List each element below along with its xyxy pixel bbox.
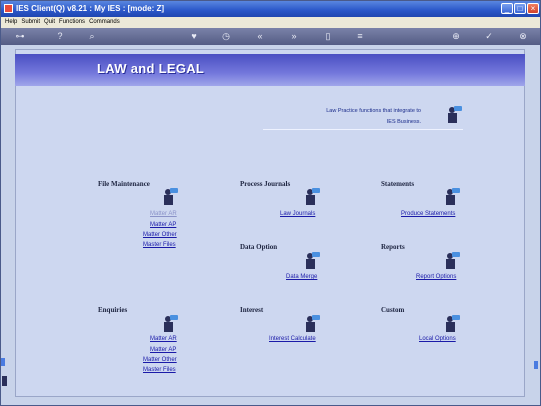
menu-help[interactable]: Help (5, 19, 17, 25)
add-icon[interactable]: ⊕ (449, 30, 463, 43)
section-file-maintenance: File Maintenance (98, 180, 150, 188)
calendar-icon[interactable]: ▯ (321, 30, 335, 43)
heart-icon[interactable]: ♥ (187, 30, 201, 43)
link-local-options[interactable]: Local Options (419, 336, 456, 342)
link-enquiry-matter-ap[interactable]: Matter AP (150, 347, 176, 353)
key-icon[interactable]: ⊶ (9, 30, 31, 43)
app-window: IES Client(Q) v8.21 : My IES : [mode: Z]… (0, 0, 541, 406)
maximize-button[interactable]: □ (514, 3, 526, 14)
link-file-master-files[interactable]: Master Files (143, 242, 176, 248)
close-window-button[interactable]: × (527, 3, 539, 14)
link-enquiry-master-files[interactable]: Master Files (143, 367, 176, 373)
fast-forward-icon[interactable]: » (287, 30, 301, 43)
link-enquiry-matter-other[interactable]: Matter Other (143, 357, 177, 363)
window-title: IES Client(Q) v8.21 : My IES : [mode: Z] (16, 4, 165, 13)
title-bar: IES Client(Q) v8.21 : My IES : [mode: Z]… (1, 1, 540, 17)
menu-bar: Help Submit Quit Functions Commands (1, 17, 540, 28)
link-data-merge[interactable]: Data Merge (286, 274, 317, 280)
clock-icon[interactable]: ◷ (219, 30, 233, 43)
toolbar: ⊶ ? ⌕ ♥ ◷ « » ▯ ≡ ⊕ ✓ ⊗ (1, 28, 540, 45)
section-process-journals: Process Journals (240, 180, 291, 188)
page-title: LAW and LEGAL (97, 61, 205, 76)
intro-line-2: IES Business. (386, 119, 421, 125)
close-icon[interactable]: ⊗ (516, 30, 530, 43)
link-produce-statements[interactable]: Produce Statements (401, 211, 455, 217)
side-handle-icon[interactable] (1, 346, 9, 406)
section-reports: Reports (381, 243, 405, 251)
intro-text: Law Practice functions that integrate to… (291, 106, 421, 128)
law-figure-icon (301, 251, 321, 271)
menu-submit[interactable]: Submit (21, 19, 40, 25)
link-interest-calculate[interactable]: Interest Calculate (269, 336, 316, 342)
section-custom: Custom (381, 306, 405, 314)
help-icon[interactable]: ? (53, 30, 67, 43)
menu-commands[interactable]: Commands (89, 19, 120, 25)
scroll-marker[interactable] (534, 361, 538, 369)
link-file-matter-ap[interactable]: Matter AP (150, 222, 176, 228)
menu-functions[interactable]: Functions (59, 19, 85, 25)
law-figure-icon (441, 251, 461, 271)
law-figure-icon (443, 105, 463, 125)
minimize-button[interactable]: _ (501, 3, 513, 14)
link-report-options[interactable]: Report Options (416, 274, 456, 280)
check-icon[interactable]: ✓ (482, 30, 496, 43)
section-statements: Statements (381, 180, 415, 188)
link-file-matter-ar[interactable]: Matter AR (150, 211, 177, 217)
intro-divider (263, 129, 463, 130)
intro-line-1: Law Practice functions that integrate to (326, 108, 421, 114)
app-icon (4, 4, 13, 13)
section-interest: Interest (240, 306, 264, 314)
law-figure-icon (159, 187, 179, 207)
search-icon[interactable]: ⌕ (85, 30, 99, 43)
content-panel (15, 49, 525, 397)
link-enquiry-matter-ar[interactable]: Matter AR (150, 336, 177, 342)
page-header: LAW and LEGAL (15, 54, 525, 86)
law-figure-icon (441, 314, 461, 334)
law-figure-icon (301, 314, 321, 334)
section-enquiries: Enquiries (98, 306, 128, 314)
law-figure-icon (301, 187, 321, 207)
menu-quit[interactable]: Quit (44, 19, 55, 25)
link-law-journals[interactable]: Law Journals (280, 211, 315, 217)
section-data-option: Data Option (240, 243, 278, 251)
notes-icon[interactable]: ≡ (353, 30, 367, 43)
link-file-matter-other[interactable]: Matter Other (143, 232, 177, 238)
rewind-icon[interactable]: « (253, 30, 267, 43)
law-figure-icon (441, 187, 461, 207)
law-figure-icon (159, 314, 179, 334)
